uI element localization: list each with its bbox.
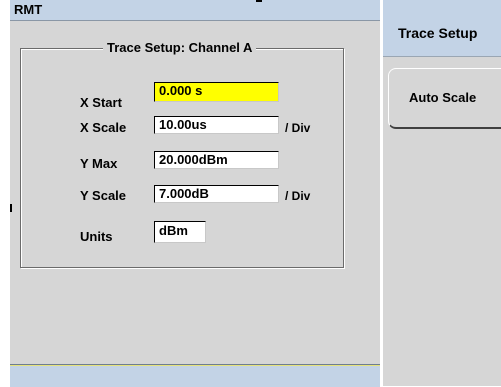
softkey-menu-header: Trace Setup <box>383 0 501 57</box>
y-max-field[interactable]: 20.000dBm <box>154 151 279 169</box>
y-scale-field[interactable]: 7.000dB <box>154 185 279 203</box>
units-label: Units <box>80 229 113 244</box>
y-scale-label: Y Scale <box>80 188 127 203</box>
y-scale-unit: / Div <box>285 189 311 203</box>
y-max-label: Y Max <box>80 156 118 171</box>
units-field[interactable]: dBm <box>154 221 206 243</box>
trace-setup-title: Trace Setup: Channel A <box>103 40 257 55</box>
softkey-panel <box>383 0 501 386</box>
x-scale-unit: / Div <box>285 121 311 135</box>
status-bar: RMT <box>10 0 380 21</box>
auto-scale-label: Auto Scale <box>409 90 477 105</box>
softkey-menu-title: Trace Setup <box>398 25 478 41</box>
x-scale-field[interactable]: 10.00us <box>154 116 279 134</box>
status-tick-marker <box>256 0 262 2</box>
auto-scale-button[interactable]: Auto Scale <box>388 68 501 129</box>
edge-marker <box>10 204 12 212</box>
remote-status-label: RMT <box>14 2 43 17</box>
x-start-field[interactable]: 0.000 s <box>154 82 279 102</box>
message-bar <box>10 364 380 387</box>
x-scale-label: X Scale <box>80 120 127 135</box>
x-start-label: X Start <box>80 95 122 110</box>
